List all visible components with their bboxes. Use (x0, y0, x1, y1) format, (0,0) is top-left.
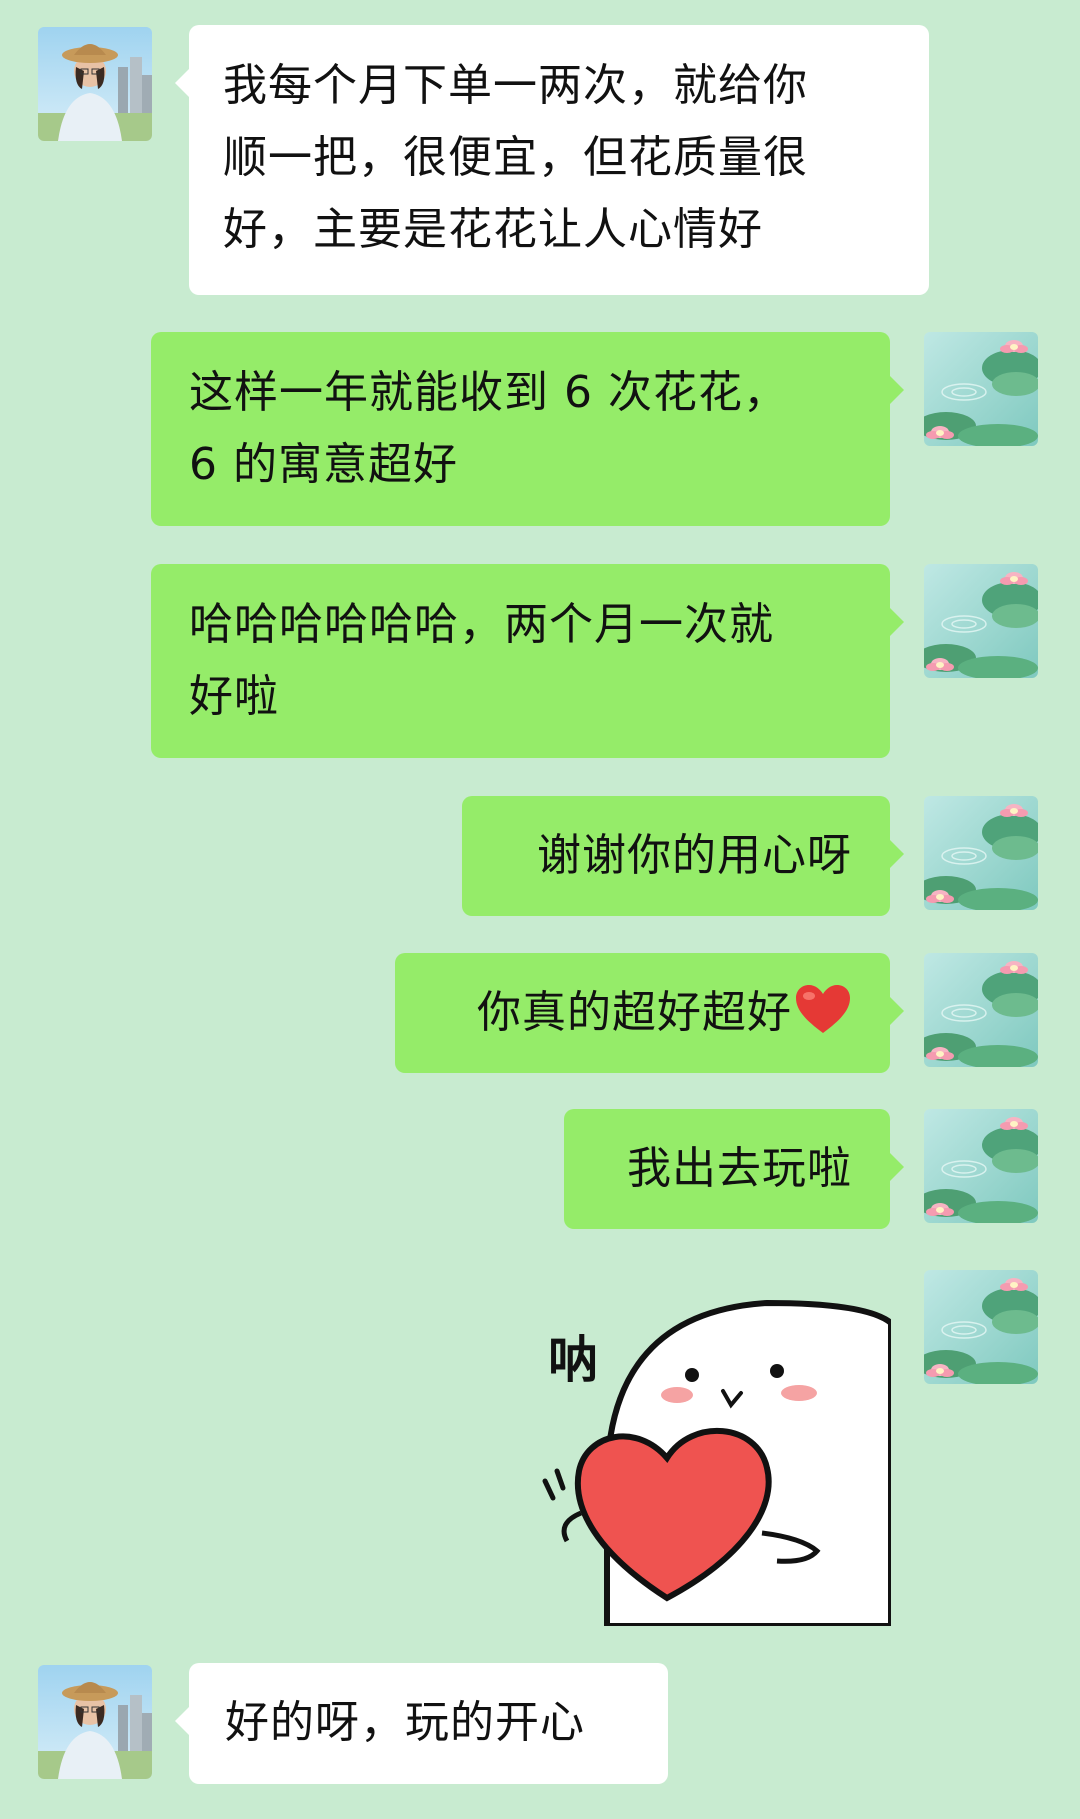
my-avatar[interactable] (924, 564, 1038, 678)
my-avatar[interactable] (924, 1270, 1038, 1384)
message-text-line: 我每个月下单一两次，就给你 (223, 60, 808, 111)
message-bubble-friend[interactable]: 我每个月下单一两次，就给你 顺一把，很便宜，但花质量很 好，主要是花花让人心情好 (175, 25, 929, 295)
message-bubble-me[interactable]: 我出去玩啦 (564, 1109, 904, 1229)
friend-avatar[interactable] (38, 27, 152, 141)
message-bubble-me[interactable]: 哈哈哈哈哈哈，两个月一次就 好啦 (151, 564, 904, 758)
message-bubble-me[interactable]: 谢谢你的用心呀 (462, 796, 904, 916)
message-bubble-me[interactable]: 你真的超好超好 (395, 953, 904, 1073)
sticker-caption: 呐 (548, 1331, 598, 1389)
friend-avatar[interactable] (38, 1665, 152, 1779)
message-text-line: 好的呀，玩的开心 (225, 1697, 585, 1748)
red-heart-icon (796, 985, 850, 1033)
message-bubble-friend[interactable]: 好的呀，玩的开心 (175, 1663, 668, 1784)
message-text-line: 哈哈哈哈哈哈，两个月一次就 (189, 599, 774, 650)
message-text: 你真的超好超好 (477, 987, 792, 1038)
my-avatar[interactable] (924, 332, 1038, 446)
message-text-line: 好啦 (189, 671, 279, 722)
my-avatar[interactable] (924, 953, 1038, 1067)
message-text-line: 谢谢你的用心呀 (537, 830, 852, 881)
message-text-line: 好，主要是花花让人心情好 (223, 204, 763, 255)
message-text-line: 6 的寓意超好 (189, 439, 458, 490)
message-bubble-me[interactable]: 这样一年就能收到 6 次花花， 6 的寓意超好 (151, 332, 904, 526)
message-text-line: 我出去玩啦 (627, 1143, 852, 1194)
my-avatar[interactable] (924, 796, 1038, 910)
my-avatar[interactable] (924, 1109, 1038, 1223)
message-text-line: 这样一年就能收到 6 次花花， (189, 367, 788, 418)
message-text-line: 顺一把，很便宜，但花质量很 (223, 132, 808, 183)
